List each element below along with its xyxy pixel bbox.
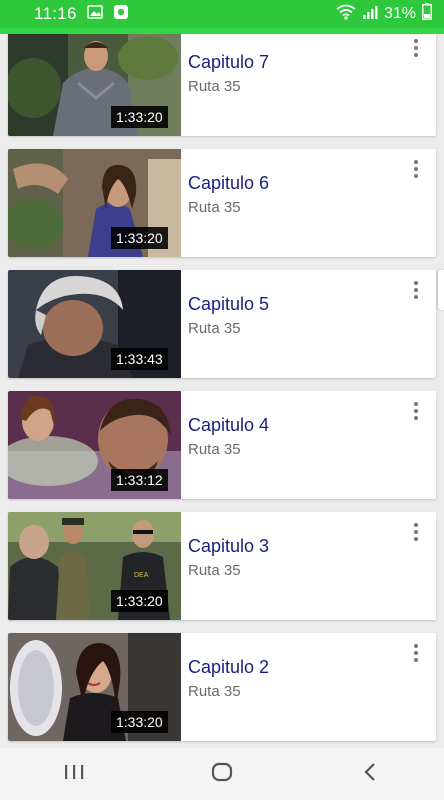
video-thumbnail[interactable]: 1:33:43 <box>8 270 181 378</box>
back-button[interactable] <box>340 754 400 794</box>
video-title[interactable]: Capitulo 6 <box>188 173 269 194</box>
navigation-bar <box>0 748 444 800</box>
notification-icon <box>113 4 129 25</box>
duration-badge: 1:33:20 <box>111 106 168 128</box>
home-icon <box>211 762 233 787</box>
more-options-button[interactable] <box>408 36 424 60</box>
video-title[interactable]: Capitulo 3 <box>188 536 269 557</box>
video-subtitle: Ruta 35 <box>188 441 241 458</box>
video-title[interactable]: Capitulo 4 <box>188 415 269 436</box>
duration-badge: 1:33:20 <box>111 590 168 612</box>
duration-badge: 1:33:12 <box>111 469 168 491</box>
video-title[interactable]: Capitulo 2 <box>188 657 269 678</box>
back-icon <box>362 762 378 787</box>
video-card[interactable]: 1:33:12 Capitulo 4 Ruta 35 <box>8 391 436 499</box>
svg-text:DEA: DEA <box>134 572 149 579</box>
video-list[interactable]: 1:33:20 Capitulo 7 Ruta 35 1:33:20 Capit… <box>0 34 444 748</box>
more-options-button[interactable] <box>408 157 424 181</box>
more-options-button[interactable] <box>408 278 424 302</box>
battery-percent: 31% <box>383 5 416 22</box>
more-options-button[interactable] <box>408 399 424 423</box>
video-card[interactable]: 1:33:20 Capitulo 7 Ruta 35 <box>8 34 436 136</box>
recent-apps-button[interactable] <box>44 754 104 794</box>
video-thumbnail[interactable]: 1:33:20 <box>8 633 181 741</box>
video-thumbnail[interactable]: 1:33:20 <box>8 149 181 257</box>
status-bar: 11:16 31% <box>0 0 444 28</box>
video-subtitle: Ruta 35 <box>188 320 241 337</box>
video-title[interactable]: Capitulo 7 <box>188 52 269 73</box>
recent-apps-icon <box>63 763 85 786</box>
duration-badge: 1:33:20 <box>111 711 168 733</box>
duration-badge: 1:33:20 <box>111 227 168 249</box>
more-options-button[interactable] <box>408 520 424 544</box>
home-button[interactable] <box>192 754 252 794</box>
duration-badge: 1:33:43 <box>111 348 168 370</box>
signal-icon <box>362 4 378 25</box>
video-title[interactable]: Capitulo 5 <box>188 294 269 315</box>
video-card[interactable]: 1:33:20 Capitulo 6 Ruta 35 <box>8 149 436 257</box>
video-thumbnail[interactable]: 1:33:20 <box>8 34 181 136</box>
video-thumbnail[interactable]: 1:33:12 <box>8 391 181 499</box>
battery-icon <box>422 3 432 25</box>
status-time: 11:16 <box>34 4 77 23</box>
scrollbar-handle[interactable] <box>438 270 444 310</box>
video-subtitle: Ruta 35 <box>188 683 241 700</box>
video-card[interactable]: 1:33:20 Capitulo 2 Ruta 35 <box>8 633 436 741</box>
video-subtitle: Ruta 35 <box>188 199 241 216</box>
video-card[interactable]: 1:33:43 Capitulo 5 Ruta 35 <box>8 270 436 378</box>
video-card[interactable]: DEA 1:33:20 Capitulo 3 Ruta 35 <box>8 512 436 620</box>
video-subtitle: Ruta 35 <box>188 78 241 95</box>
wifi-icon <box>336 4 356 25</box>
video-subtitle: Ruta 35 <box>188 562 241 579</box>
more-options-button[interactable] <box>408 641 424 665</box>
video-thumbnail[interactable]: DEA 1:33:20 <box>8 512 181 620</box>
gallery-icon <box>86 4 103 24</box>
